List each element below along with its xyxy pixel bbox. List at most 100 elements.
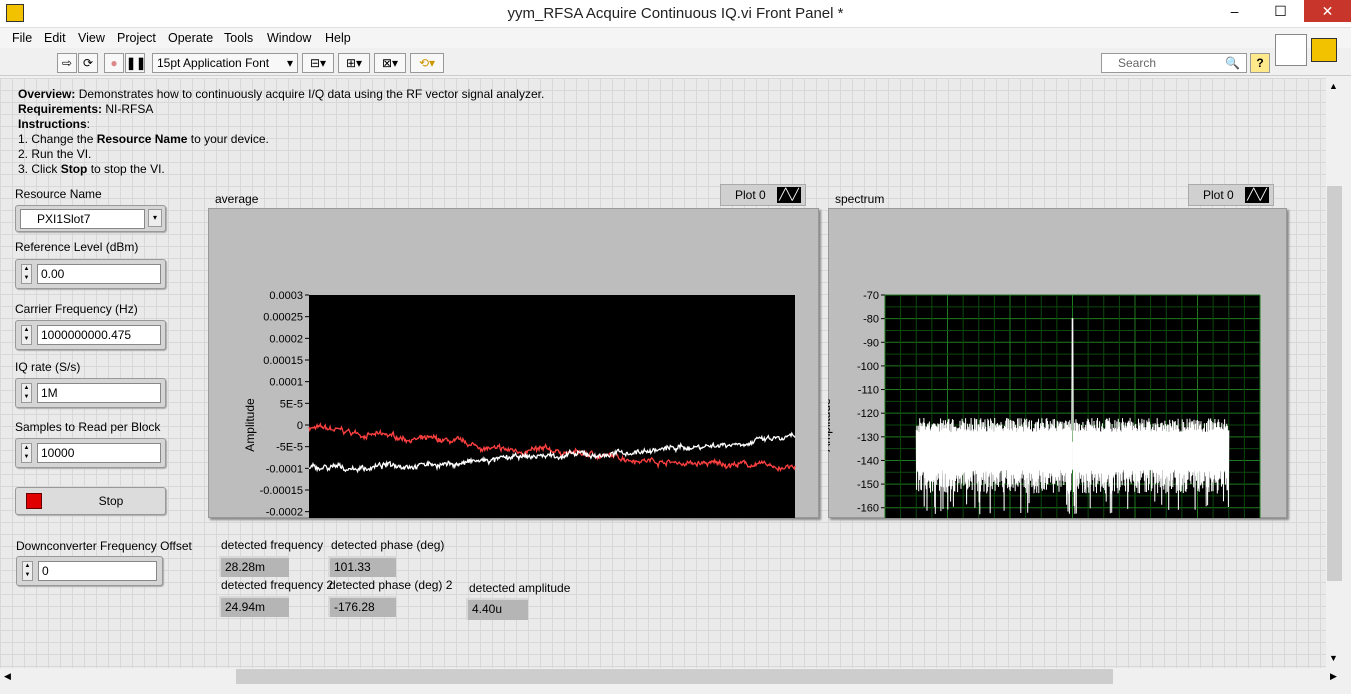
search-placeholder: Search bbox=[1118, 56, 1157, 70]
average-graph-plot: 0.0003 0.00025 0.0002 0.00015 0.0001 5E-5 0 -5E… bbox=[243, 290, 796, 518]
font-dropdown-value: 15pt Application Font bbox=[157, 56, 270, 70]
pause-icon[interactable]: ❚❚ bbox=[125, 53, 146, 73]
stop-led-icon bbox=[26, 493, 42, 509]
instruction-step-2: 2. Run the VI. bbox=[18, 147, 92, 161]
maximize-button[interactable]: ☐ bbox=[1258, 0, 1303, 22]
carrier-frequency-input[interactable]: 1000000000.475 bbox=[37, 325, 161, 345]
instructions-heading: Instructions: bbox=[18, 117, 91, 131]
increment-decrement-icon[interactable]: ▲ ▼ bbox=[21, 443, 32, 463]
y-tick-label: -140 bbox=[857, 455, 879, 467]
y-tick-label: -0.0001 bbox=[266, 463, 303, 475]
detected-frequency-2-value: 24.94m bbox=[219, 596, 289, 617]
menu-help[interactable]: Help bbox=[325, 31, 351, 45]
dropdown-arrow-icon[interactable]: ▾ bbox=[148, 209, 162, 227]
samples-per-block-input[interactable]: 10000 bbox=[37, 443, 161, 463]
detected-phase-value: 101.33 bbox=[328, 556, 396, 577]
menu-tools[interactable]: Tools bbox=[224, 31, 253, 45]
abort-icon[interactable]: ● bbox=[104, 53, 124, 73]
y-tick-label: -110 bbox=[858, 385, 879, 397]
reference-level-control[interactable]: ▲ ▼ 0.00 bbox=[15, 259, 166, 289]
iq-rate-label: IQ rate (S/s) bbox=[15, 360, 81, 374]
vi-icon bbox=[1311, 38, 1337, 62]
menu-edit[interactable]: Edit bbox=[44, 31, 66, 45]
average-graph-label: average bbox=[215, 192, 259, 206]
iq-rate-input[interactable]: 1M bbox=[37, 383, 161, 403]
reorder-icon[interactable]: ⟲▾ bbox=[410, 53, 444, 73]
y-tick-label: -0.00015 bbox=[260, 485, 303, 497]
scroll-right-icon[interactable]: ▶ bbox=[1330, 671, 1337, 682]
y-tick-label: -100 bbox=[857, 361, 879, 373]
detected-amplitude-value: 4.40u bbox=[466, 598, 528, 620]
increment-decrement-icon[interactable]: ▲ ▼ bbox=[22, 561, 33, 581]
reference-level-input[interactable]: 0.00 bbox=[37, 264, 161, 284]
run-arrow-icon[interactable]: ⇨ bbox=[57, 53, 77, 73]
spectrum-plot-legend[interactable]: Plot 0 ╱╲╱ bbox=[1188, 184, 1274, 206]
y-tick-label: -150 bbox=[857, 479, 879, 491]
plot-line-style-icon: ╱╲╱ bbox=[777, 187, 801, 203]
downconverter-offset-label: Downconverter Frequency Offset bbox=[16, 539, 192, 553]
front-panel: Overview: Demonstrates how to continuous… bbox=[0, 78, 1326, 668]
legend-plot-name: Plot 0 bbox=[1203, 188, 1234, 202]
window-title: yym_RFSA Acquire Continuous IQ.vi Front … bbox=[507, 5, 844, 22]
align-objects-icon[interactable]: ⊟▾ bbox=[302, 53, 334, 73]
y-tick-label: 0.0003 bbox=[269, 290, 303, 302]
menu-operate[interactable]: Operate bbox=[168, 31, 213, 45]
y-axis-title: Amplitude bbox=[243, 398, 257, 452]
y-tick-label: -130 bbox=[857, 432, 879, 444]
search-icon: 🔍 bbox=[1225, 56, 1240, 70]
menu-project[interactable]: Project bbox=[117, 31, 156, 45]
title-bar: yym_RFSA Acquire Continuous IQ.vi Front … bbox=[0, 0, 1351, 28]
increment-decrement-icon[interactable]: ▲ ▼ bbox=[21, 383, 32, 403]
y-tick-label: 0.00025 bbox=[263, 312, 303, 324]
resource-name-control[interactable]: PXI1Slot7 ▾ bbox=[15, 205, 166, 232]
detected-phase-2-label: detected phase (deg) 2 bbox=[329, 578, 453, 592]
minimize-button[interactable]: – bbox=[1212, 0, 1257, 22]
horizontal-scroll-thumb[interactable] bbox=[236, 669, 1113, 684]
vertical-scroll-thumb[interactable] bbox=[1327, 186, 1342, 581]
scroll-left-icon[interactable]: ◀ bbox=[4, 671, 11, 682]
horizontal-scrollbar[interactable]: ◀ ▶ bbox=[0, 668, 1343, 686]
carrier-frequency-label: Carrier Frequency (Hz) bbox=[15, 302, 138, 316]
y-tick-label: 0.0001 bbox=[269, 377, 303, 389]
help-button[interactable]: ? bbox=[1250, 53, 1270, 73]
instruction-step-3: 3. Click Stop to stop the VI. bbox=[18, 162, 165, 176]
resource-name-value[interactable]: PXI1Slot7 bbox=[20, 209, 145, 229]
requirements-text: Requirements: NI-RFSA bbox=[18, 102, 154, 116]
downconverter-offset-control[interactable]: ▲ ▼ 0 bbox=[16, 556, 163, 586]
y-tick-label: -160 bbox=[857, 503, 879, 515]
samples-per-block-label: Samples to Read per Block bbox=[15, 420, 161, 434]
increment-decrement-icon[interactable]: ▲ ▼ bbox=[21, 325, 32, 345]
scroll-down-icon[interactable]: ▼ bbox=[1329, 653, 1338, 663]
detected-phase-2-value: -176.28 bbox=[328, 596, 396, 617]
search-input[interactable]: Search 🔍 bbox=[1101, 53, 1247, 73]
close-button[interactable]: ✕ bbox=[1304, 0, 1351, 22]
downconverter-offset-input[interactable]: 0 bbox=[38, 561, 157, 581]
stop-button[interactable]: Stop bbox=[15, 487, 166, 515]
menu-file[interactable]: File bbox=[12, 31, 32, 45]
font-dropdown[interactable]: 15pt Application Font ▾ bbox=[152, 53, 298, 73]
menu-view[interactable]: View bbox=[78, 31, 105, 45]
carrier-frequency-control[interactable]: ▲ ▼ 1000000000.475 bbox=[15, 320, 166, 350]
instruction-step-1: 1. Change the Resource Name to your devi… bbox=[18, 132, 269, 146]
average-plot-legend[interactable]: Plot 0 ╱╲╱ bbox=[720, 184, 806, 206]
detected-frequency-label: detected frequency bbox=[221, 538, 324, 552]
detected-frequency-value: 28.28m bbox=[219, 556, 289, 577]
distribute-objects-icon[interactable]: ⊞▾ bbox=[338, 53, 370, 73]
run-continuously-icon[interactable]: ⟳ bbox=[78, 53, 98, 73]
detected-phase-label: detected phase (deg) bbox=[331, 538, 445, 552]
y-tick-label: 0 bbox=[297, 420, 303, 432]
plot-area bbox=[309, 295, 795, 518]
y-tick-label: -0.0002 bbox=[266, 507, 303, 518]
samples-per-block-control[interactable]: ▲ ▼ 10000 bbox=[15, 438, 166, 468]
vertical-scrollbar[interactable]: ▲ ▼ bbox=[1326, 78, 1343, 668]
connector-pane-icon bbox=[1275, 34, 1307, 66]
menu-window[interactable]: Window bbox=[267, 31, 311, 45]
iq-rate-control[interactable]: ▲ ▼ 1M bbox=[15, 378, 166, 408]
scroll-up-icon[interactable]: ▲ bbox=[1329, 81, 1338, 91]
y-tick-label: -5E-5 bbox=[276, 442, 303, 454]
detected-amplitude-label: detected amplitude bbox=[469, 581, 571, 595]
resize-objects-icon[interactable]: ⊠▾ bbox=[374, 53, 406, 73]
y-tick-label: 5E-5 bbox=[280, 398, 303, 410]
menu-bar: File Edit View Project Operate Tools Win… bbox=[0, 28, 1351, 48]
increment-decrement-icon[interactable]: ▲ ▼ bbox=[21, 264, 32, 284]
